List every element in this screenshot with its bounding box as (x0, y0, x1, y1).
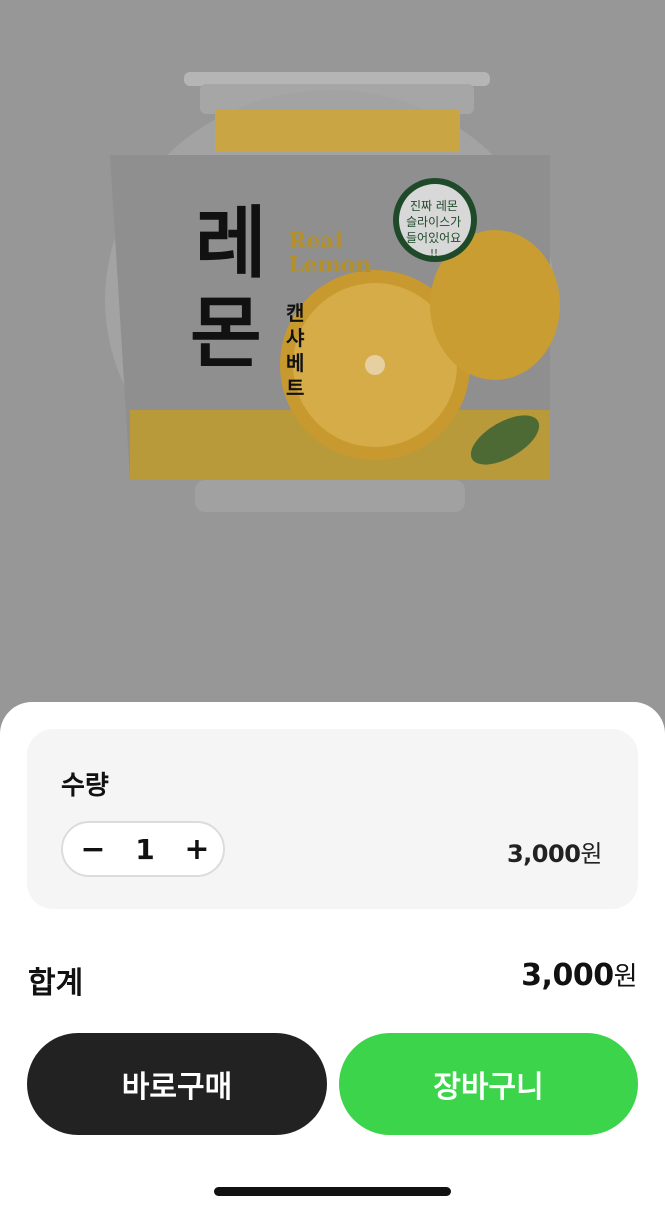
svg-text:슬라이스가: 슬라이스가 (406, 215, 461, 229)
home-indicator[interactable] (214, 1187, 451, 1196)
total-price-currency: 원 (613, 962, 638, 992)
svg-text:들어있어요: 들어있어요 (406, 231, 461, 245)
buy-now-button[interactable]: 바로구매 (27, 1033, 327, 1135)
svg-text:Real: Real (288, 228, 343, 254)
unit-price: 3,000원 (506, 834, 603, 869)
svg-text:!!: !! (430, 248, 438, 259)
product-image: 레 몬 Real Lemon 캔 샤 베 트 진짜 레몬 슬라이스가 들어있어요… (105, 72, 560, 512)
add-to-cart-button[interactable]: 장바구니 (339, 1033, 638, 1135)
svg-text:Lemon: Lemon (288, 252, 371, 278)
svg-text:몬: 몬 (190, 289, 262, 379)
svg-text:진짜 레몬: 진짜 레몬 (410, 199, 458, 213)
unit-price-amount: 3,000 (506, 840, 581, 868)
total-price: 3,000원 (521, 956, 637, 993)
svg-text:레: 레 (195, 199, 267, 289)
minus-icon[interactable]: − (77, 832, 109, 867)
total-price-amount: 3,000 (521, 958, 614, 993)
svg-text:캔: 캔 (286, 301, 304, 325)
quantity-value: 1 (135, 832, 155, 866)
svg-text:샤: 샤 (286, 326, 305, 350)
total-label: 합계 (28, 966, 84, 1001)
svg-text:베: 베 (286, 351, 304, 375)
option-bottom-sheet: 수량 − 1 + 3,000원 합계 3,000원 바로구매 장바구니 (0, 702, 665, 1208)
plus-icon[interactable]: + (181, 832, 213, 867)
svg-text:트: 트 (286, 376, 304, 400)
quantity-title: 수량 (61, 771, 109, 801)
unit-price-currency: 원 (580, 840, 602, 868)
product-image-area: 레 몬 Real Lemon 캔 샤 베 트 진짜 레몬 슬라이스가 들어있어요… (0, 0, 665, 702)
quantity-stepper: − 1 + (61, 821, 225, 877)
quantity-card: 수량 − 1 + 3,000원 (27, 729, 638, 909)
